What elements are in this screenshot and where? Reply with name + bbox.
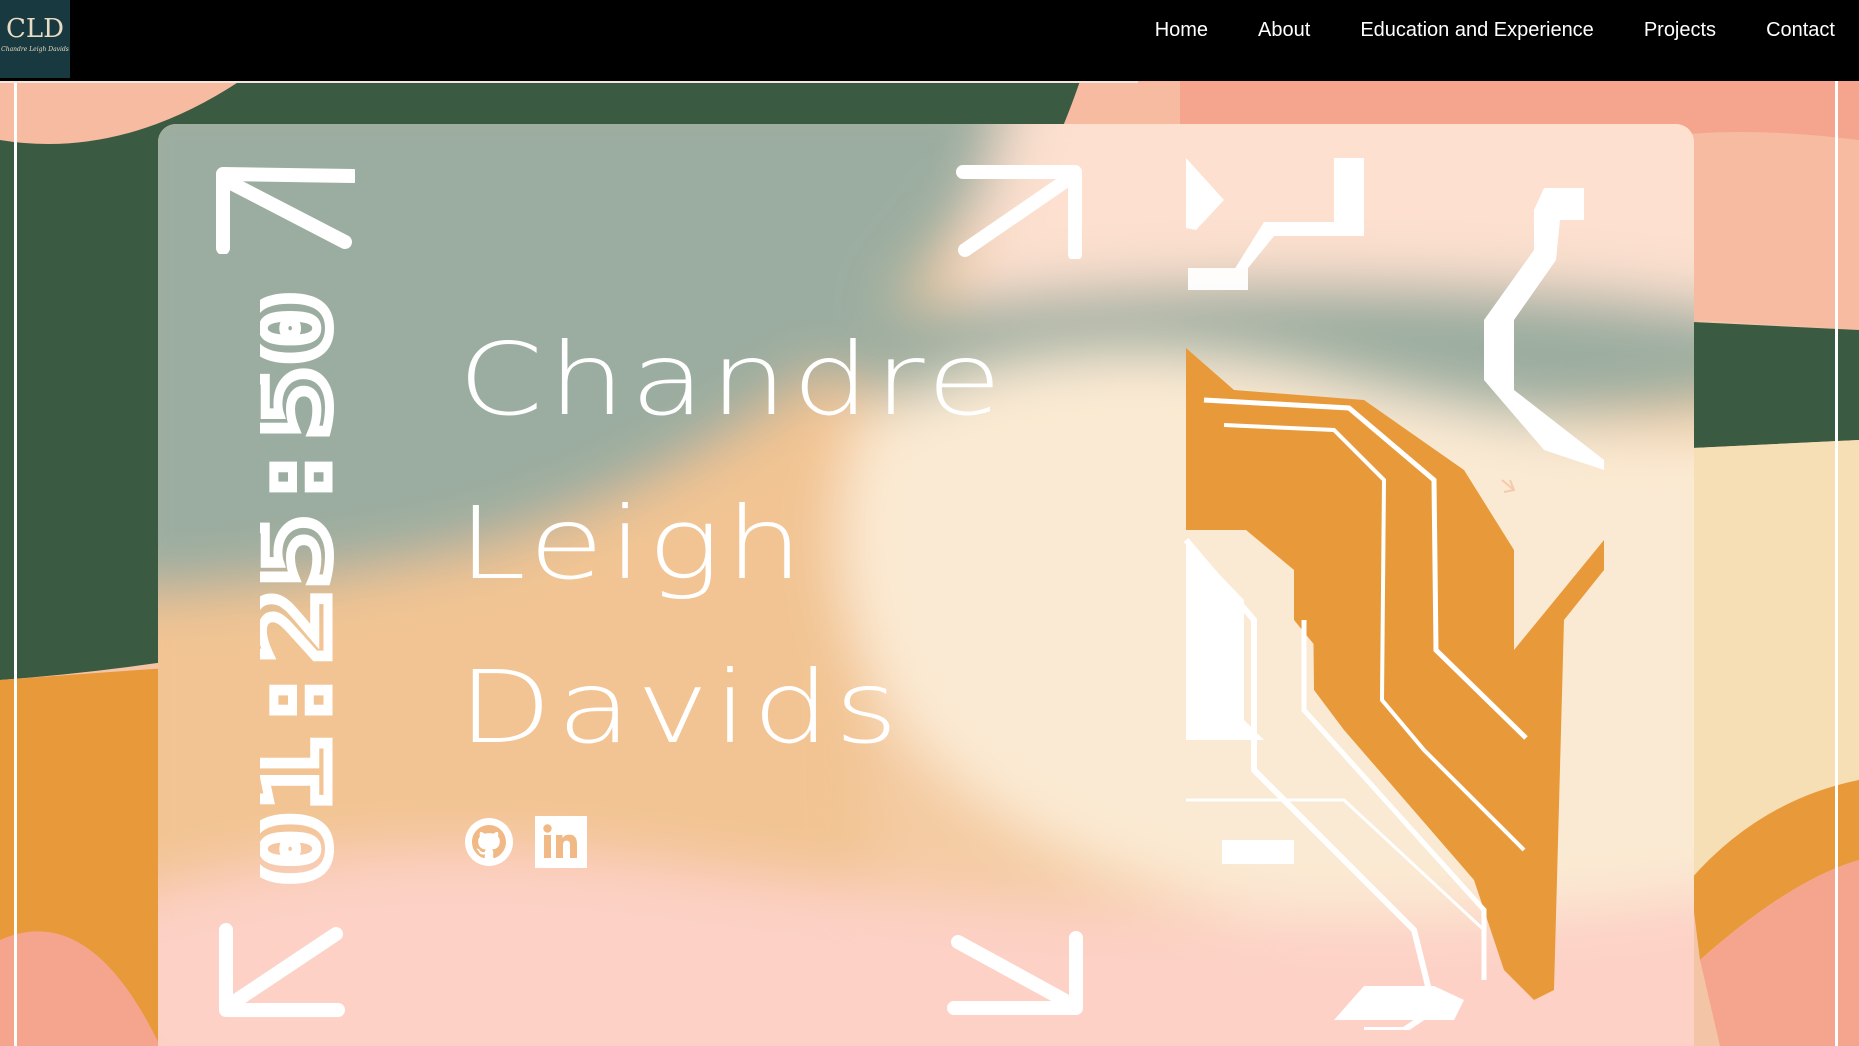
nav-about[interactable]: About [1258,19,1310,42]
social-links [463,816,587,868]
arrow-bottom-right-icon [947,931,1083,1015]
name-middle: Leigh [458,485,808,602]
clock-display: 01:25:50 [227,287,358,891]
nav-underline [0,81,1138,83]
hero-name: Chandre Leigh Davids [458,330,1002,822]
name-first: Chandre [458,321,1007,438]
abstract-art-graphic [1184,158,1604,1030]
logo[interactable]: CLD Chandre Leigh Davids [0,0,70,78]
logo-signature: Chandre Leigh Davids [1,46,69,53]
arrow-top-left-icon [216,167,355,254]
arrow-bottom-left-icon [219,923,345,1017]
arrow-top-right-icon [956,165,1082,259]
name-last: Davids [458,649,904,766]
nav-links: Home About Education and Experience Proj… [1105,0,1835,60]
nav-education-experience[interactable]: Education and Experience [1360,19,1594,42]
navbar: CLD Chandre Leigh Davids Home About Educ… [0,0,1859,81]
clock-time: 01:25:50 [260,291,340,886]
linkedin-icon[interactable] [535,816,587,868]
github-icon[interactable] [463,816,515,868]
nav-home[interactable]: Home [1155,19,1208,42]
left-frame-line [14,81,17,1046]
right-frame-line [1835,81,1838,1046]
logo-initials: CLD [5,14,64,44]
nav-contact[interactable]: Contact [1766,19,1835,42]
nav-projects[interactable]: Projects [1644,19,1716,42]
